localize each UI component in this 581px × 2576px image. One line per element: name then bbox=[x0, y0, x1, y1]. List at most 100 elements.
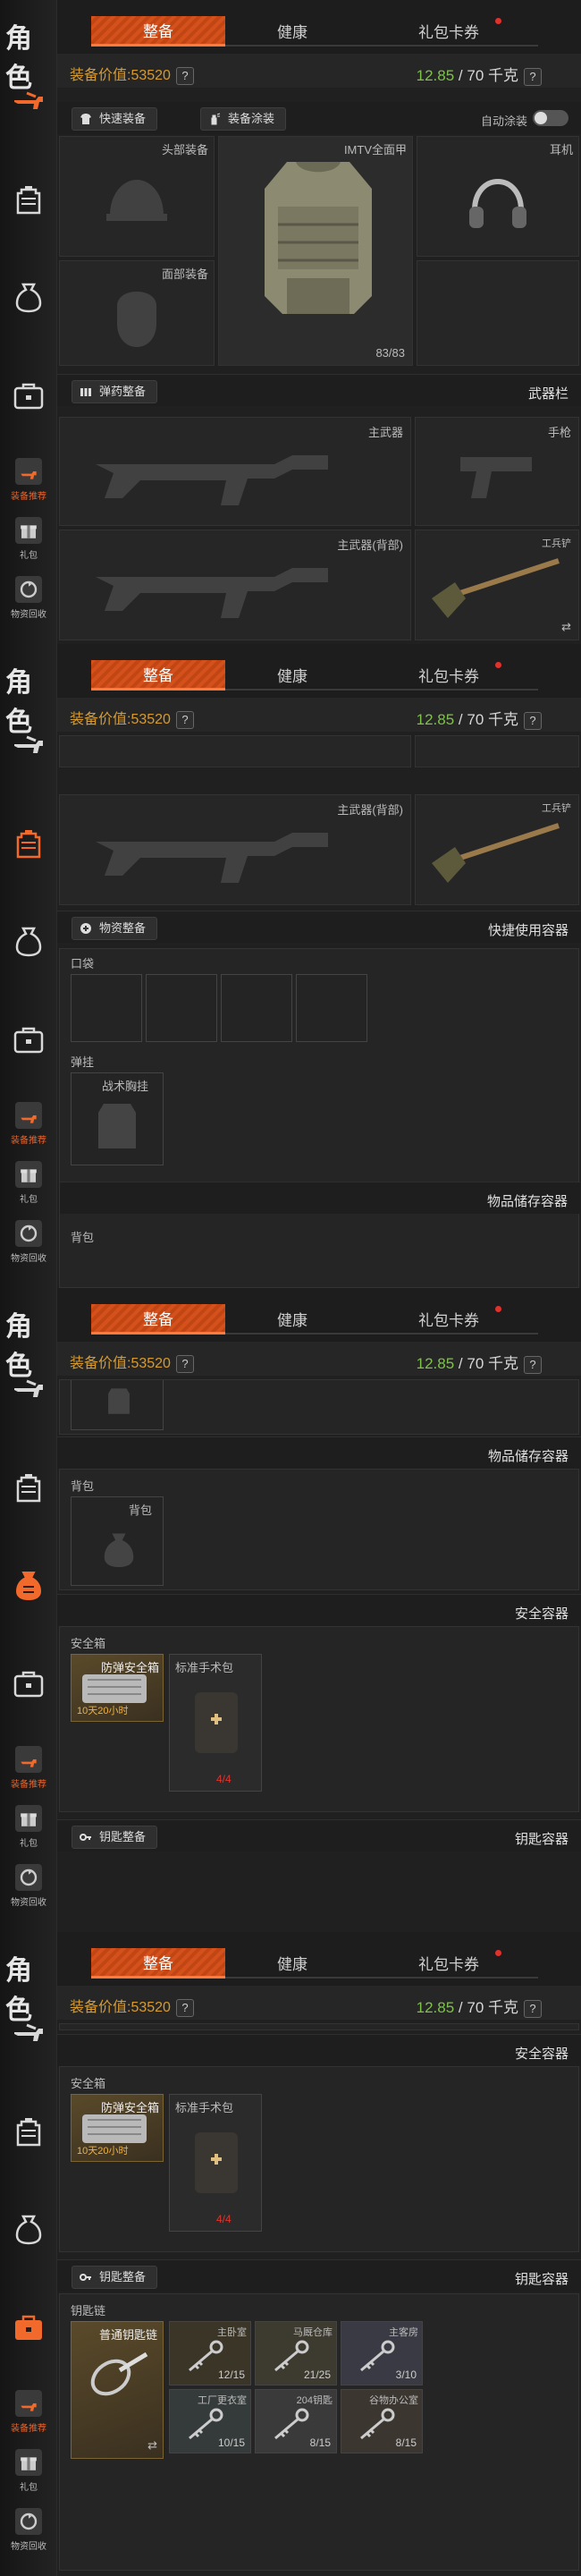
sidebar-backpack-button[interactable] bbox=[7, 275, 50, 318]
empty-slot[interactable] bbox=[417, 260, 579, 366]
key-button[interactable]: 钥匙整备 bbox=[72, 2266, 158, 2289]
help-button[interactable]: ? bbox=[175, 1999, 194, 2017]
safe-box-card[interactable]: 防弹安全箱 10天20小时 bbox=[71, 2094, 164, 2162]
sidebar-recycle[interactable]: 物资回收 bbox=[5, 2508, 52, 2558]
sidebar-recommend[interactable]: 装备推荐 bbox=[5, 1746, 52, 1796]
equipment-value-text: 装备价值:53520 bbox=[70, 2000, 171, 2015]
sidebar-gift[interactable]: 礼包 bbox=[5, 1805, 52, 1855]
tab-equip[interactable]: 整备 bbox=[91, 16, 225, 47]
pistol-slot[interactable] bbox=[415, 735, 579, 767]
quick-equip-button[interactable]: 快速装备 bbox=[72, 107, 158, 131]
sidebar-vest-button[interactable] bbox=[7, 2109, 50, 2152]
equipment-value: 装备价值:53520? bbox=[70, 707, 194, 729]
sidebar-backpack-button[interactable] bbox=[7, 2207, 50, 2250]
key-button[interactable]: 钥匙整备 bbox=[72, 1826, 158, 1849]
sidebar-case-button[interactable] bbox=[7, 2306, 50, 2349]
storage-section: 物品储存容器 bbox=[57, 1436, 581, 1469]
sidebar-recycle[interactable]: 物资回收 bbox=[5, 576, 52, 626]
tab-equip[interactable]: 整备 bbox=[91, 1948, 225, 1979]
weight-sep: / bbox=[454, 67, 467, 84]
sidebar-vest-button[interactable] bbox=[7, 177, 50, 220]
pocket-slot-4[interactable] bbox=[296, 974, 367, 1042]
ammo-button[interactable]: 弹药整备 bbox=[72, 380, 158, 403]
weight-readout: 12.85 / 70 千克? bbox=[417, 1351, 542, 1374]
sidebar-gift[interactable]: 礼包 bbox=[5, 1161, 52, 1211]
sidebar-recommend[interactable]: 装备推荐 bbox=[5, 2390, 52, 2440]
pocket-slot-2[interactable] bbox=[146, 974, 217, 1042]
weight-help-button[interactable]: ? bbox=[524, 712, 542, 730]
sidebar-backpack-button[interactable] bbox=[7, 1563, 50, 1606]
sidebar-weapon-button[interactable] bbox=[7, 77, 50, 120]
auto-paint-toggle[interactable] bbox=[533, 110, 568, 126]
sidebar-gift[interactable]: 礼包 bbox=[5, 2449, 52, 2499]
back-weapon-slot[interactable]: 主武器(背部) bbox=[59, 794, 411, 905]
top-tabs: 整备 健康 礼包卡券 bbox=[57, 0, 581, 54]
tab-health[interactable]: 健康 bbox=[225, 1948, 359, 1979]
help-button[interactable]: ? bbox=[175, 711, 194, 729]
weight-help-button[interactable]: ? bbox=[524, 1356, 542, 1374]
vest-slot[interactable] bbox=[71, 1380, 164, 1430]
sidebar-case-button[interactable] bbox=[7, 374, 50, 417]
supply-button[interactable]: 物资整备 bbox=[72, 917, 158, 940]
earpiece-slot[interactable]: 耳机 bbox=[417, 136, 579, 257]
melee-slot[interactable]: 工兵铲 ⇄ bbox=[415, 530, 579, 640]
tab-gift-coupon[interactable]: 礼包卡券 bbox=[359, 1948, 538, 1979]
sidebar-recycle[interactable]: 物资回收 bbox=[5, 1220, 52, 1270]
medkit-card[interactable]: 标准手术包 4/4 bbox=[169, 1654, 262, 1792]
sidebar-recommend[interactable]: 装备推荐 bbox=[5, 1102, 52, 1152]
tab-gift-coupon[interactable]: 礼包卡券 bbox=[359, 660, 538, 691]
face-slot[interactable]: 面部装备 bbox=[59, 260, 215, 366]
weight-help-button[interactable]: ? bbox=[524, 2000, 542, 2018]
help-button[interactable]: ? bbox=[175, 67, 194, 85]
sidebar-case-button[interactable] bbox=[7, 1018, 50, 1061]
key-card[interactable]: 主客房 3/10 bbox=[341, 2321, 423, 2385]
key-card[interactable]: 谷物办公室 8/15 bbox=[341, 2389, 423, 2453]
tab-health[interactable]: 健康 bbox=[225, 660, 359, 691]
sidebar-case-button[interactable] bbox=[7, 1662, 50, 1705]
primary-weapon-slot[interactable] bbox=[59, 735, 411, 767]
sidebar-vest-button[interactable] bbox=[7, 821, 50, 864]
sidebar-gift[interactable]: 礼包 bbox=[5, 517, 52, 567]
sidebar-recommend-label: 装备推荐 bbox=[11, 1780, 46, 1790]
armor-slot[interactable]: IMTV全面甲 83/83 bbox=[218, 136, 413, 366]
tab-health[interactable]: 健康 bbox=[225, 16, 359, 47]
safe-box-card[interactable]: 防弹安全箱 10天20小时 bbox=[71, 1654, 164, 1722]
key-card[interactable]: 主卧室 12/15 bbox=[169, 2321, 251, 2385]
sidebar-recommend-label: 装备推荐 bbox=[11, 2424, 46, 2434]
melee-slot[interactable]: 工兵铲 bbox=[415, 794, 579, 905]
backpack-slot[interactable]: 背包 bbox=[71, 1496, 164, 1586]
tab-health[interactable]: 健康 bbox=[225, 1304, 359, 1335]
vest-slot[interactable]: 战术胸挂 bbox=[71, 1072, 164, 1165]
paint-button[interactable]: 装备涂装 bbox=[200, 107, 287, 131]
helmet-slot[interactable]: 头部装备 bbox=[59, 136, 215, 257]
medkit-card[interactable]: 标准手术包 4/4 bbox=[169, 2094, 262, 2232]
pocket-slot-1[interactable] bbox=[71, 974, 142, 1042]
keychain-item-label: 普通钥匙链 bbox=[98, 2328, 157, 2342]
pocket-slot-3[interactable] bbox=[221, 974, 292, 1042]
back-weapon-slot[interactable]: 主武器(背部) bbox=[59, 530, 411, 640]
key-card[interactable]: 工厂更衣室 10/15 bbox=[169, 2389, 251, 2453]
swap-icon[interactable]: ⇄ bbox=[561, 620, 571, 634]
help-button[interactable]: ? bbox=[175, 1355, 194, 1373]
tab-gift-coupon[interactable]: 礼包卡券 bbox=[359, 16, 538, 47]
sidebar-recommend[interactable]: 装备推荐 bbox=[5, 458, 52, 508]
value-bar: 装备价值:53520? 12.85 / 70 千克? bbox=[57, 1986, 581, 2020]
ammo-label: 弹药整备 bbox=[99, 385, 147, 398]
tab-gift-coupon[interactable]: 礼包卡券 bbox=[359, 1304, 538, 1335]
sidebar-weapon-button[interactable] bbox=[7, 721, 50, 764]
key-card[interactable]: 马厩仓库 21/25 bbox=[255, 2321, 337, 2385]
sidebar-weapon-button[interactable] bbox=[7, 1365, 50, 1408]
weight-help-button[interactable]: ? bbox=[524, 68, 542, 86]
keychain-swap-icon[interactable]: ⇄ bbox=[147, 2438, 157, 2453]
storage-section: 物品储存容器 bbox=[60, 1182, 580, 1214]
pistol-slot[interactable]: 手枪 bbox=[415, 417, 579, 526]
primary-weapon-slot[interactable]: 主武器 bbox=[59, 417, 411, 526]
key-card[interactable]: 204钥匙 8/15 bbox=[255, 2389, 337, 2453]
sidebar-recycle[interactable]: 物资回收 bbox=[5, 1864, 52, 1914]
keychain-card[interactable]: 普通钥匙链 ⇄ bbox=[71, 2321, 164, 2459]
sidebar-vest-button[interactable] bbox=[7, 1465, 50, 1508]
tab-equip[interactable]: 整备 bbox=[91, 1304, 225, 1335]
tab-equip[interactable]: 整备 bbox=[91, 660, 225, 691]
sidebar-backpack-button[interactable] bbox=[7, 919, 50, 962]
sidebar-weapon-button[interactable] bbox=[7, 2009, 50, 2052]
